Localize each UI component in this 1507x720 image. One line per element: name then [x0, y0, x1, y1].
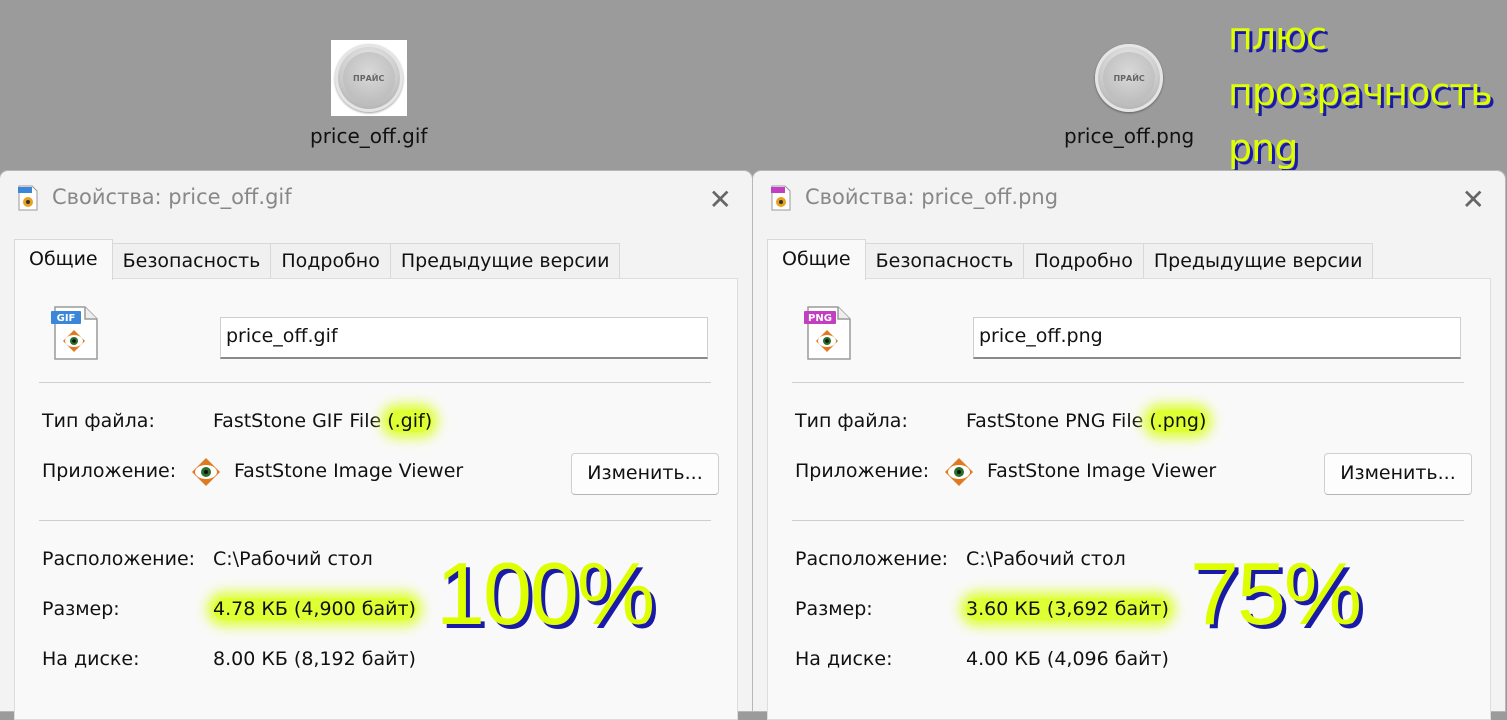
divider [792, 520, 1464, 521]
properties-dialog-png: Свойства: price_off.png ✕ Общие Безопасн… [753, 171, 1505, 720]
file-extension-highlight: (.png) [1149, 410, 1207, 432]
location-value: C:\Рабочий стол [966, 548, 1126, 570]
price-button-image: ПРАЙС [1103, 52, 1156, 104]
location-label: Расположение: [795, 548, 949, 570]
filename-field[interactable]: price_off.png [973, 317, 1461, 359]
desktop-icon-gif[interactable]: ПРАЙС price_off.gif [310, 40, 427, 148]
divider [792, 382, 1464, 383]
promo-annotation: плюс прозрачность png [1228, 8, 1493, 176]
price-button-image: ПРАЙС [342, 52, 395, 104]
properties-dialog-gif: Свойства: price_off.gif ✕ Общие Безопасн… [0, 171, 752, 720]
general-panel: PNG price_off.png Тип файла: FastStone P… [767, 278, 1491, 720]
file-type-name: FastStone PNG File [966, 410, 1150, 432]
size-label: Размер: [795, 598, 873, 620]
disk-size-value: 8.00 КБ (8,192 байт) [213, 648, 416, 670]
disk-size-label: На диске: [795, 648, 893, 670]
dialog-title: Свойства: price_off.png [805, 185, 1059, 209]
location-label: Расположение: [42, 548, 196, 570]
promo-line: png [1228, 126, 1298, 170]
location-value: C:\Рабочий стол [213, 548, 373, 570]
filename-field[interactable]: price_off.gif [220, 317, 708, 359]
tab-details[interactable]: Подробно [270, 243, 391, 279]
tab-security[interactable]: Безопасность [111, 243, 272, 279]
general-panel: GIF price_off.gif Тип файла: FastStone G… [14, 278, 738, 720]
app-label: Приложение: [795, 460, 930, 482]
faststone-app-icon [945, 458, 973, 486]
promo-line: плюс [1228, 14, 1327, 58]
dialog-title: Свойства: price_off.gif [52, 185, 292, 209]
desktop-icon-label: price_off.gif [310, 124, 428, 148]
app-value: FastStone Image Viewer [987, 460, 1217, 482]
gif-file-icon: GIF [51, 306, 98, 360]
file-badge-text: PNG [808, 313, 832, 324]
tab-bar: Общие Безопасность Подробно Предыдущие в… [14, 239, 621, 280]
disk-size-value: 4.00 КБ (4,096 байт) [966, 648, 1169, 670]
png-file-icon: PNG [804, 306, 851, 360]
tab-previous-versions[interactable]: Предыдущие версии [1142, 243, 1374, 279]
close-icon[interactable]: ✕ [1462, 183, 1485, 216]
file-type-icon [18, 185, 38, 211]
tab-bar: Общие Безопасность Подробно Предыдущие в… [767, 239, 1374, 280]
file-type-name: FastStone GIF File [213, 410, 388, 432]
tab-general[interactable]: Общие [14, 239, 113, 280]
file-badge-text: GIF [57, 313, 76, 324]
promo-line: прозрачность [1228, 70, 1493, 114]
size-value: 3.60 КБ (3,692 байт) [966, 598, 1169, 620]
gif-thumbnail: ПРАЙС [330, 40, 407, 116]
file-type-value: FastStone GIF File (.gif) [213, 410, 433, 432]
size-percent-annotation: 100% [436, 544, 655, 643]
tab-previous-versions[interactable]: Предыдущие версии [389, 243, 621, 279]
tab-general[interactable]: Общие [767, 239, 866, 280]
size-highlight: 3.60 КБ (3,692 байт) [966, 598, 1169, 620]
tab-details[interactable]: Подробно [1023, 243, 1144, 279]
png-thumbnail: ПРАЙС [1091, 40, 1167, 116]
size-highlight: 4.78 КБ (4,900 байт) [213, 598, 416, 620]
app-value: FastStone Image Viewer [234, 460, 464, 482]
title-bar[interactable]: Свойства: price_off.gif ✕ [0, 171, 752, 227]
size-value: 4.78 КБ (4,900 байт) [213, 598, 416, 620]
close-icon[interactable]: ✕ [709, 183, 732, 216]
change-button[interactable]: Изменить... [571, 453, 719, 495]
faststone-app-icon [192, 458, 220, 486]
tab-security[interactable]: Безопасность [864, 243, 1025, 279]
app-label: Приложение: [42, 460, 177, 482]
desktop-icon-label: price_off.png [1064, 124, 1195, 148]
disk-size-label: На диске: [42, 648, 140, 670]
file-type-icon [771, 185, 791, 211]
divider [39, 382, 711, 383]
desktop-icon-png[interactable]: ПРАЙС price_off.png [1064, 40, 1194, 148]
divider [39, 520, 711, 521]
file-type-value: FastStone PNG File (.png) [966, 410, 1207, 432]
file-type-label: Тип файла: [42, 410, 155, 432]
title-bar[interactable]: Свойства: price_off.png ✕ [753, 171, 1505, 227]
size-percent-annotation: 75% [1190, 544, 1362, 643]
file-extension-highlight: (.gif) [387, 410, 433, 432]
file-type-label: Тип файла: [795, 410, 908, 432]
change-button[interactable]: Изменить... [1324, 453, 1472, 495]
size-label: Размер: [42, 598, 120, 620]
